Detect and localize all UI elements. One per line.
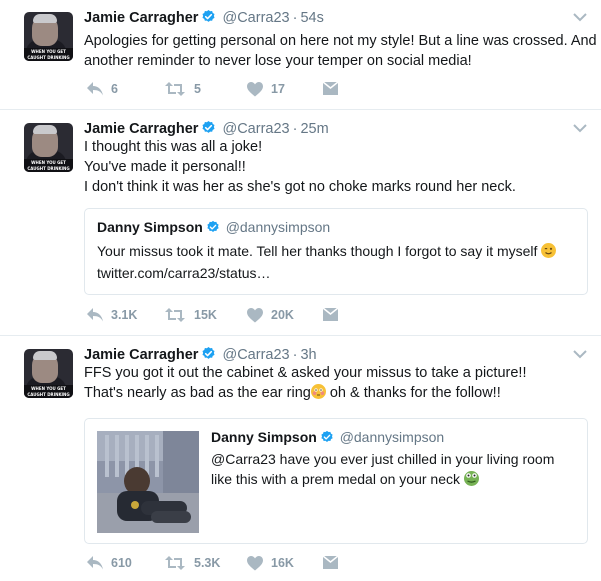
chevron-down-icon[interactable] [573,123,587,133]
quoted-author-name: Danny Simpson [97,219,203,235]
avatar[interactable]: WHEN YOU GET CAUGHT DRINKING ON THE TRAI… [24,349,73,398]
heart-icon [247,556,263,571]
tweet-header: Jamie Carragher @Carra23 · 54s [84,8,324,28]
tweet-text-line: I thought this was all a joke! [84,139,263,155]
reply-count: 6 [111,82,118,96]
tweet-header: Jamie Carragher @Carra23 · 25m [84,119,329,139]
tweet-header: Jamie Carragher @Carra23 · 3h [84,345,317,365]
tweet-text-line: You've made it personal!! [84,159,246,175]
author-name[interactable]: Jamie Carragher [84,347,198,363]
retweet-icon [165,308,185,322]
retweet-icon [165,556,185,570]
verified-badge-icon [201,9,216,30]
tweet-text-fragment: oh & thanks for the follow!! [325,385,501,401]
twitter-timeline: WHEN YOU GET CAUGHT DRINKING ON THE TRAI… [0,0,601,581]
quoted-tweet-image[interactable] [97,431,199,533]
frog-face-emoji [463,471,479,486]
avatar-hair [33,351,57,360]
reply-count: 3.1K [111,308,138,322]
retweet-count: 5.3K [194,556,221,570]
chevron-down-icon[interactable] [573,349,587,359]
like-count: 20K [271,308,294,322]
avatar-hair [33,14,57,23]
quoted-tweet-link[interactable]: twitter.com/carra23/status… [97,263,271,283]
tweet-text-line: Apologies for getting personal on here n… [84,33,597,49]
quoted-tweet-header: Danny Simpson @dannysimpson [97,217,330,237]
avatar[interactable]: WHEN YOU GET CAUGHT DRINKING ON THE TRAI… [24,123,73,172]
tweet[interactable]: WHEN YOU GET CAUGHT DRINKING ON THE TRAI… [0,111,601,336]
tweet-timestamp[interactable]: 25m [300,121,328,137]
author-handle[interactable]: @Carra23 [222,10,289,26]
quoted-tweet-text: Your missus took it mate. Tell her thank… [97,241,557,261]
quoted-tweet-text: @Carra23 have you ever just chilled in y… [211,451,555,467]
author-handle[interactable]: @Carra23 [222,347,289,363]
tweet-text-line: I don't think it was her as she's got no… [84,179,516,195]
retweet-count: 5 [194,82,201,96]
heart-icon [247,82,263,97]
verified-badge-icon [320,429,334,449]
quoted-text-content: like this with a prem medal on your neck [211,471,460,487]
reply-icon [87,556,103,570]
tweet-text-line: FFS you got it out the cabinet & asked y… [84,365,527,381]
quoted-author-handle: @dannysimpson [339,429,445,445]
winking-face-emoji [541,243,557,258]
envelope-icon [322,307,339,321]
envelope-icon [322,555,339,569]
reply-icon [87,308,103,322]
quoted-tweet-header: Danny Simpson @dannysimpson [211,427,444,447]
chevron-down-icon[interactable] [573,12,587,22]
like-count: 16K [271,556,294,570]
retweet-icon [165,82,185,96]
quoted-tweet-text: like this with a prem medal on your neck [211,469,479,489]
reply-count: 610 [111,556,132,570]
author-handle[interactable]: @Carra23 [222,121,289,137]
tweet-timestamp[interactable]: 54s [300,10,323,26]
tweet-text-fragment: That's nearly as bad as the ear ring [84,385,311,401]
separator-dot: · [292,347,298,363]
tweet[interactable]: WHEN YOU GET CAUGHT DRINKING ON THE TRAI… [0,337,601,581]
envelope-icon [322,81,339,95]
avatar-hair [33,125,57,134]
separator-dot: · [292,121,298,137]
verified-badge-icon [206,219,220,239]
heart-icon [247,308,263,323]
quoted-author-handle: @dannysimpson [225,219,331,235]
reply-icon [87,82,103,96]
tweet-text-line: another reminder to never lose your temp… [84,53,472,69]
quoted-author-name: Danny Simpson [211,429,317,445]
author-name[interactable]: Jamie Carragher [84,10,198,26]
retweet-count: 15K [194,308,217,322]
quoted-tweet[interactable]: Danny Simpson @dannysimpson Your missus … [84,208,588,295]
avatar-caption: WHEN YOU GET CAUGHT DRINKING ON THE TRAI… [24,159,73,172]
tweet-text-line: That's nearly as bad as the ear ring oh … [84,383,501,403]
separator-dot: · [292,10,298,26]
avatar-caption: WHEN YOU GET CAUGHT DRINKING ON THE TRAI… [24,48,73,61]
avatar[interactable]: WHEN YOU GET CAUGHT DRINKING ON THE TRAI… [24,12,73,61]
tweet-timestamp[interactable]: 3h [300,347,316,363]
quoted-text-content: Your missus took it mate. Tell her thank… [97,243,538,259]
avatar-caption: WHEN YOU GET CAUGHT DRINKING ON THE TRAI… [24,385,73,398]
quoted-tweet[interactable]: Danny Simpson @dannysimpson @Carra23 hav… [84,418,588,544]
flushed-face-emoji [310,384,326,399]
like-count: 17 [271,82,285,96]
tweet[interactable]: WHEN YOU GET CAUGHT DRINKING ON THE TRAI… [0,0,601,110]
author-name[interactable]: Jamie Carragher [84,121,198,137]
